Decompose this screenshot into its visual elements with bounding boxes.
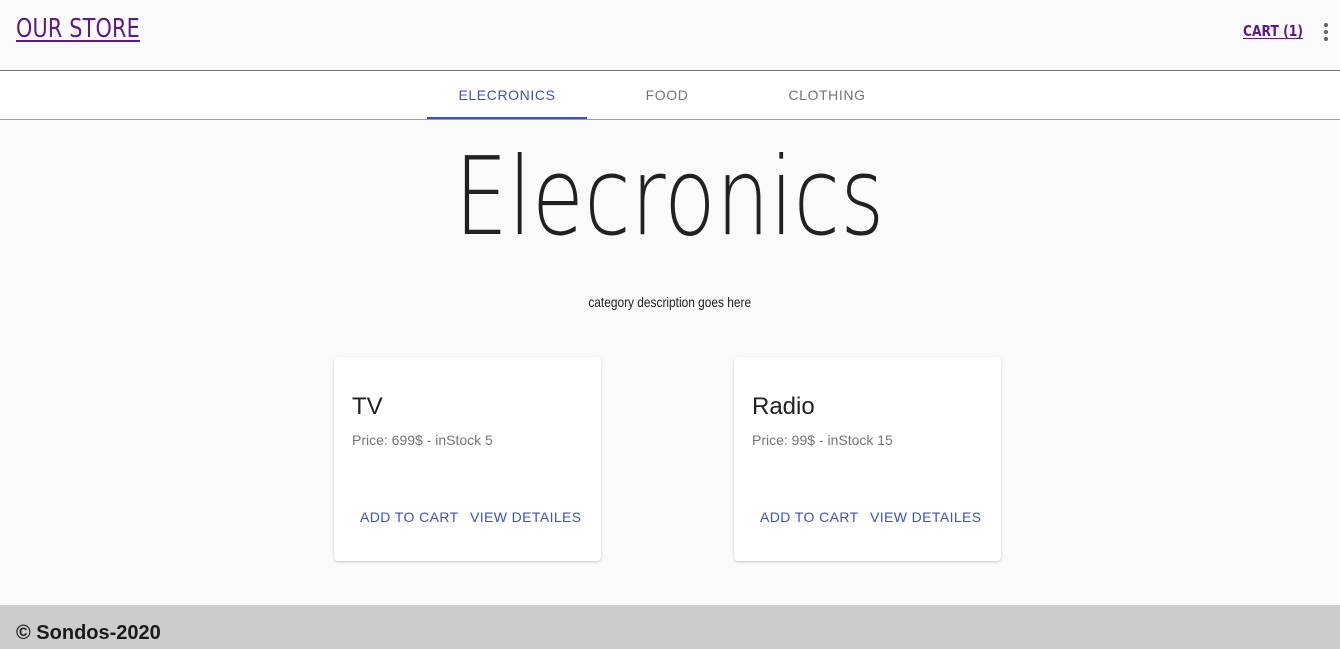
- tab-food[interactable]: FOOD: [587, 71, 747, 119]
- menu-dot: [1324, 30, 1328, 34]
- add-to-cart-button[interactable]: ADD TO CART: [360, 509, 459, 529]
- menu-dot: [1324, 23, 1328, 27]
- category-description-text: category description goes here: [588, 294, 752, 310]
- footer-copyright: © Sondos-2020: [16, 622, 161, 644]
- product-details: Price: 99$ - inStock 15: [752, 432, 893, 448]
- menu-dot: [1324, 37, 1328, 41]
- product-card-tv: TV Price: 699$ - inStock 5 ADD TO CART V…: [334, 357, 601, 561]
- product-name: Radio: [752, 393, 815, 420]
- more-vert-icon[interactable]: [1321, 23, 1331, 41]
- view-details-button[interactable]: VIEW DETAILES: [470, 509, 582, 529]
- product-card-radio: Radio Price: 99$ - inStock 15 ADD TO CAR…: [734, 357, 1001, 561]
- product-details: Price: 699$ - inStock 5: [352, 432, 493, 448]
- app-header: OUR STORE CART (1): [0, 0, 1340, 71]
- store-logo-link[interactable]: OUR STORE: [16, 14, 140, 44]
- product-name: TV: [352, 393, 383, 420]
- tab-electronics[interactable]: ELECRONICS: [427, 71, 587, 119]
- category-title-text: Elecronics: [455, 135, 885, 260]
- cart-link[interactable]: CART (1): [1243, 22, 1303, 40]
- category-title: Elecronics: [0, 136, 1340, 260]
- active-tab-indicator: [427, 117, 587, 119]
- add-to-cart-button[interactable]: ADD TO CART: [760, 509, 859, 529]
- app-footer: © Sondos-2020: [0, 605, 1340, 649]
- category-description: category description goes here: [0, 294, 1340, 310]
- view-details-button[interactable]: VIEW DETAILES: [870, 509, 982, 529]
- tab-clothing[interactable]: CLOTHING: [747, 71, 907, 119]
- category-tabs: ELECRONICS FOOD CLOTHING: [0, 71, 1340, 120]
